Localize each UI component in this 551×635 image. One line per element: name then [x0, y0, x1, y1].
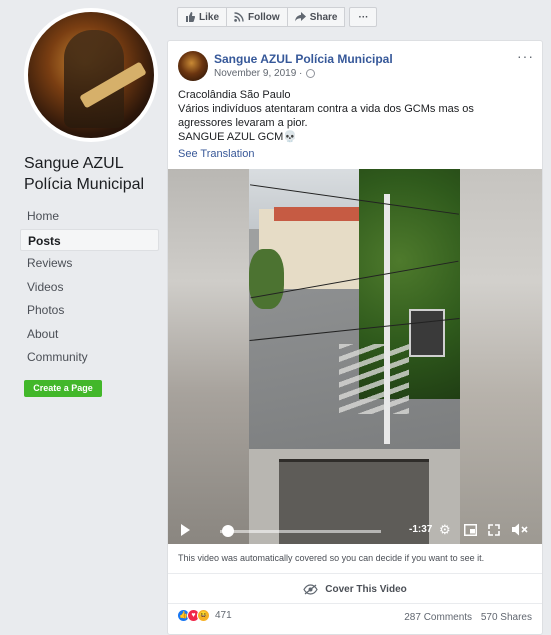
- see-translation-link[interactable]: See Translation: [178, 148, 254, 160]
- video-time-remaining: -1:37: [409, 524, 433, 535]
- mute-icon[interactable]: [512, 523, 528, 536]
- create-page-button[interactable]: Create a Page: [24, 380, 102, 397]
- video-scrubber[interactable]: [220, 530, 381, 533]
- thumbs-up-icon: [186, 12, 195, 22]
- post-date-text: November 9, 2019 ·: [214, 68, 303, 79]
- page-profile-picture[interactable]: [24, 8, 158, 142]
- reaction-count: 471: [215, 610, 232, 621]
- divider: [168, 573, 542, 574]
- shares-count-link[interactable]: 570 Shares: [481, 612, 532, 623]
- cover-video-button[interactable]: Cover This Video: [168, 580, 542, 598]
- eye-slash-icon: [303, 583, 318, 595]
- pip-icon[interactable]: [464, 524, 477, 536]
- nav-item-videos[interactable]: Videos: [20, 276, 159, 298]
- rss-follow-icon: [234, 12, 244, 22]
- video-frame: [249, 169, 460, 544]
- comments-count-link[interactable]: 287 Comments: [404, 612, 472, 623]
- nav-item-home[interactable]: Home: [20, 205, 159, 227]
- post-text-line: Cracolândia São Paulo: [178, 89, 291, 101]
- scene-crosswalk: [339, 344, 409, 414]
- scrubber-handle[interactable]: [222, 525, 235, 537]
- video-blur-right: [460, 169, 542, 544]
- video-blur-left: [168, 169, 249, 544]
- video-controls: -1:37 ⚙: [168, 514, 542, 544]
- page-sidebar: Sangue AZUL Polícia Municipal Home Posts…: [0, 0, 168, 635]
- follow-label: Follow: [248, 11, 280, 23]
- video-player[interactable]: -1:37 ⚙: [168, 169, 542, 544]
- settings-gear-icon[interactable]: ⚙: [439, 523, 451, 536]
- nav-item-about[interactable]: About: [20, 323, 159, 345]
- post-card: Sangue AZUL Polícia Municipal November 9…: [167, 40, 543, 635]
- post-text-line: Vários indivíduos atentaram contra a vid…: [178, 103, 474, 129]
- post-message: Cracolândia São Paulo Vários indivíduos …: [178, 88, 528, 144]
- post-author-name[interactable]: Sangue AZUL Polícia Municipal: [214, 52, 393, 66]
- cover-video-label: Cover This Video: [325, 583, 407, 595]
- page-action-bar: Like Follow Share ···: [177, 7, 378, 27]
- globe-icon: [306, 69, 316, 78]
- share-page-button[interactable]: Share: [286, 7, 346, 27]
- scene-roof: [274, 207, 369, 221]
- divider: [168, 603, 542, 604]
- post-stats: 287 Comments 570 Shares: [398, 612, 532, 623]
- fullscreen-icon[interactable]: [488, 524, 500, 536]
- scene-pole: [384, 194, 390, 444]
- follow-page-button[interactable]: Follow: [226, 7, 288, 27]
- post-options-button[interactable]: ···: [517, 48, 534, 64]
- like-page-button[interactable]: Like: [177, 7, 228, 27]
- share-label: Share: [309, 11, 338, 23]
- nav-item-reviews[interactable]: Reviews: [20, 252, 159, 274]
- scene-box: [409, 309, 445, 357]
- more-options-button[interactable]: ···: [349, 7, 378, 27]
- haha-reaction-icon: 😆: [197, 609, 210, 622]
- post-text-line: SANGUE AZUL GCM💀: [178, 131, 298, 143]
- share-arrow-icon: [294, 12, 306, 22]
- page-name[interactable]: Sangue AZUL Polícia Municipal: [24, 153, 164, 195]
- nav-item-community[interactable]: Community: [20, 346, 159, 368]
- play-icon[interactable]: [181, 524, 190, 536]
- post-timestamp[interactable]: November 9, 2019 ·: [214, 68, 316, 79]
- page-nav: Home Posts Reviews Videos Photos About C…: [20, 205, 159, 370]
- nav-item-posts[interactable]: Posts: [20, 228, 159, 251]
- scene-trees-left: [249, 249, 284, 309]
- like-label: Like: [199, 11, 220, 23]
- reaction-summary[interactable]: 👍 ♥ 😆 471: [177, 609, 232, 622]
- video-cover-notice: This video was automatically covered so …: [178, 553, 485, 563]
- nav-item-photos[interactable]: Photos: [20, 299, 159, 321]
- post-author-avatar[interactable]: [178, 51, 208, 81]
